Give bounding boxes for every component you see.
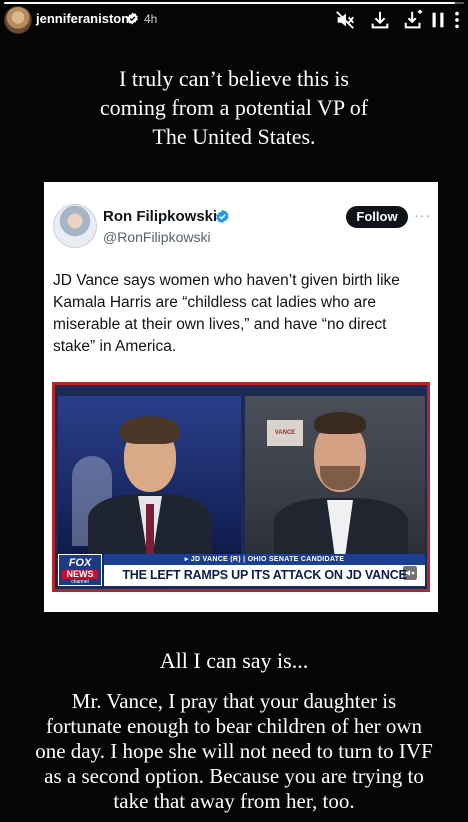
avatar[interactable]	[4, 6, 32, 34]
post-time: 4h	[144, 12, 158, 26]
follow-button[interactable]: Follow	[346, 206, 408, 228]
caption-middle: All I can say is...	[159, 648, 309, 673]
mute-icon[interactable]	[334, 9, 356, 31]
tweet-video[interactable]: VANCE FOX NEWS channel ▸ JD VANCE (R) | …	[52, 382, 430, 592]
download-icon[interactable]	[369, 9, 391, 31]
tweet-author-avatar[interactable]	[53, 204, 97, 248]
caption-top: I truly can’t believe this is coming fro…	[0, 64, 468, 151]
video-frame-border	[52, 382, 430, 592]
save-icon[interactable]	[403, 9, 425, 31]
caption-bottom-text: Mr. Vance, I pray that your daughter is …	[35, 689, 433, 813]
verified-badge-icon	[127, 12, 138, 25]
tweet-card[interactable]: Ron Filipkowski @RonFilipkowski Follow ·…	[44, 182, 438, 612]
story-header: jenniferaniston 4h	[0, 4, 468, 34]
pause-icon[interactable]	[427, 9, 449, 31]
tweet-text: JD Vance says women who haven’t given bi…	[53, 272, 400, 355]
verified-badge-icon	[216, 209, 229, 224]
tweet-more-icon[interactable]: ···	[414, 207, 431, 223]
tweet-author-name[interactable]: Ron Filipkowski	[103, 208, 217, 225]
username[interactable]: jenniferaniston	[36, 11, 129, 26]
caption-top-text: I truly can’t believe this is coming fro…	[99, 66, 369, 149]
tweet-author-handle[interactable]: @RonFilipkowski	[103, 229, 211, 245]
more-options-icon[interactable]	[449, 9, 465, 31]
caption-bottom: Mr. Vance, I pray that your daughter is …	[0, 689, 468, 814]
